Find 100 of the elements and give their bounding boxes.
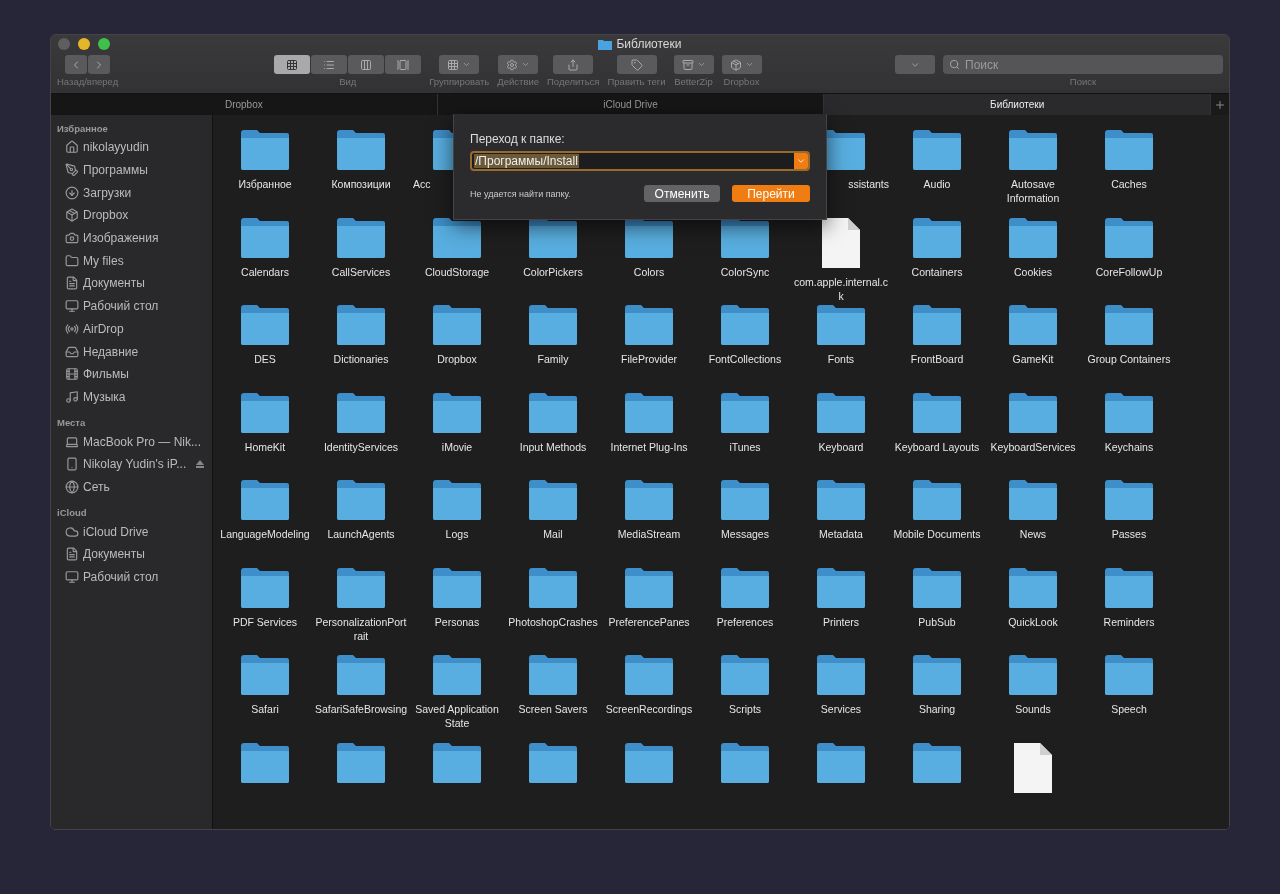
file-name[interactable]: FontCollections bbox=[698, 352, 792, 366]
sidebar-item[interactable]: Документы bbox=[83, 547, 145, 562]
file-name[interactable]: PhotoshopCrashes bbox=[506, 614, 600, 629]
file-name[interactable]: iTunes bbox=[698, 439, 792, 454]
tab[interactable]: Библиотеки bbox=[824, 94, 1211, 115]
file-name[interactable]: Services bbox=[794, 702, 888, 716]
sidebar-item[interactable]: Dropbox bbox=[83, 208, 129, 223]
file-name[interactable]: Safari bbox=[218, 702, 312, 716]
back-button[interactable] bbox=[65, 55, 88, 74]
file-name[interactable]: LanguageModeling bbox=[218, 527, 312, 541]
file-name[interactable]: QuickLook bbox=[986, 614, 1080, 629]
path-field[interactable]: /Программы/Install bbox=[470, 151, 810, 171]
file-name[interactable]: Sharing bbox=[890, 702, 984, 716]
sidebar-item[interactable]: Программы bbox=[83, 163, 148, 178]
eject-icon[interactable] bbox=[196, 460, 205, 469]
file-name[interactable]: GameKit bbox=[986, 352, 1080, 366]
toolbar-button[interactable] bbox=[673, 55, 714, 74]
file-name[interactable]: PubSub bbox=[890, 614, 984, 629]
file-name[interactable]: Internet Plug-Ins bbox=[602, 439, 696, 454]
sidebar-item[interactable]: Документы bbox=[83, 276, 145, 291]
file-name[interactable]: Saved Application State bbox=[410, 702, 504, 730]
file-name[interactable]: Caches bbox=[1082, 177, 1176, 191]
sidebar-item[interactable]: Загрузки bbox=[83, 185, 132, 200]
file-name[interactable]: PersonalizationPortrait bbox=[314, 614, 408, 643]
file-name[interactable]: Calendars bbox=[218, 264, 312, 279]
file-name[interactable]: Preferences bbox=[698, 614, 792, 629]
sidebar-item[interactable]: Недавние bbox=[83, 344, 139, 359]
file-name[interactable]: ScreenRecordings bbox=[602, 702, 696, 716]
sidebar-item[interactable]: Рабочий стол bbox=[83, 570, 159, 585]
file-name[interactable]: Композиции bbox=[314, 177, 408, 191]
forward-button[interactable] bbox=[88, 55, 111, 74]
sidebar-item[interactable]: Сеть bbox=[83, 479, 110, 494]
file-name[interactable]: com.apple.internal.ck bbox=[794, 274, 888, 303]
file-name[interactable]: Group Containers bbox=[1082, 352, 1176, 366]
file-name[interactable]: Dropbox bbox=[410, 352, 504, 366]
file-name[interactable]: PDF Services bbox=[218, 614, 312, 629]
toolbar-button[interactable] bbox=[498, 55, 539, 74]
toolbar-button[interactable] bbox=[721, 55, 762, 74]
file-name[interactable]: Personas bbox=[410, 614, 504, 629]
file-name[interactable]: Acc bbox=[413, 177, 431, 191]
file-name[interactable]: Cookies bbox=[986, 264, 1080, 279]
file-name[interactable]: Family bbox=[506, 352, 600, 366]
new-tab-button[interactable] bbox=[1211, 94, 1229, 115]
file-name[interactable]: Keyboard Layouts bbox=[890, 439, 984, 454]
file-name[interactable]: News bbox=[986, 527, 1080, 541]
file-name[interactable]: Keychains bbox=[1082, 439, 1176, 454]
sidebar-item[interactable]: iCloud Drive bbox=[83, 524, 149, 539]
sidebar-item[interactable]: MacBook Pro — Nik... bbox=[83, 434, 202, 449]
file-name[interactable]: FileProvider bbox=[602, 352, 696, 366]
minimize-button[interactable] bbox=[78, 38, 90, 50]
file-name[interactable]: Screen Savers bbox=[506, 702, 600, 716]
sidebar-item[interactable]: Музыка bbox=[83, 389, 126, 404]
toolbar-button[interactable] bbox=[616, 55, 657, 74]
file-name[interactable]: LaunchAgents bbox=[314, 527, 408, 541]
file-name[interactable]: ColorSync bbox=[698, 264, 792, 279]
file-name[interactable]: ssistants bbox=[848, 177, 889, 191]
view-button[interactable] bbox=[385, 55, 422, 74]
file-name[interactable]: Containers bbox=[890, 264, 984, 279]
toolbar-button[interactable] bbox=[439, 55, 480, 74]
file-name[interactable]: Passes bbox=[1082, 527, 1176, 541]
sidebar-item[interactable]: Изображения bbox=[83, 231, 159, 246]
file-name[interactable]: HomeKit bbox=[218, 439, 312, 454]
file-name[interactable]: iMovie bbox=[410, 439, 504, 454]
file-name[interactable]: CoreFollowUp bbox=[1082, 264, 1176, 279]
toolbar-button[interactable] bbox=[553, 55, 594, 74]
file-name[interactable]: Metadata bbox=[794, 527, 888, 541]
view-button[interactable] bbox=[311, 55, 348, 74]
file-name[interactable]: KeyboardServices bbox=[986, 439, 1080, 454]
file-name[interactable]: SafariSafeBrowsing bbox=[314, 702, 408, 716]
file-name[interactable]: CloudStorage bbox=[410, 264, 504, 279]
view-button[interactable] bbox=[274, 55, 311, 74]
file-name[interactable]: Mail bbox=[506, 527, 600, 541]
file-name[interactable]: Sounds bbox=[986, 702, 1080, 716]
file-name[interactable]: Autosave Information bbox=[986, 177, 1080, 205]
sidebar-item[interactable]: nikolayyudin bbox=[83, 140, 150, 155]
file-name[interactable]: Mobile Documents bbox=[890, 527, 984, 541]
file-name[interactable]: Fonts bbox=[794, 352, 888, 366]
sidebar-item[interactable]: AirDrop bbox=[83, 321, 124, 336]
sidebar-item[interactable]: My files bbox=[83, 253, 124, 268]
file-name[interactable]: Audio bbox=[890, 177, 984, 191]
cancel-button[interactable]: Отменить bbox=[644, 185, 720, 202]
file-name[interactable]: IdentityServices bbox=[314, 439, 408, 454]
sidebar-item[interactable]: Рабочий стол bbox=[83, 299, 159, 314]
file-name[interactable]: Input Methods bbox=[506, 439, 600, 454]
search-field[interactable]: Поиск bbox=[943, 55, 1223, 74]
file-name[interactable]: Messages bbox=[698, 527, 792, 541]
file-name[interactable]: Speech bbox=[1082, 702, 1176, 716]
zoom-button[interactable] bbox=[98, 38, 110, 50]
file-name[interactable]: PreferencePanes bbox=[602, 614, 696, 629]
file-name[interactable]: Scripts bbox=[698, 702, 792, 716]
file-name[interactable]: Keyboard bbox=[794, 439, 888, 454]
file-name[interactable]: MediaStream bbox=[602, 527, 696, 541]
file-name[interactable]: Printers bbox=[794, 614, 888, 629]
view-button[interactable] bbox=[348, 55, 385, 74]
file-name[interactable]: ColorPickers bbox=[506, 264, 600, 279]
file-name[interactable]: Reminders bbox=[1082, 614, 1176, 629]
file-name[interactable]: Logs bbox=[410, 527, 504, 541]
file-name[interactable]: FrontBoard bbox=[890, 352, 984, 366]
file-name[interactable]: Избранное bbox=[218, 177, 312, 191]
file-name[interactable]: Dictionaries bbox=[314, 352, 408, 366]
